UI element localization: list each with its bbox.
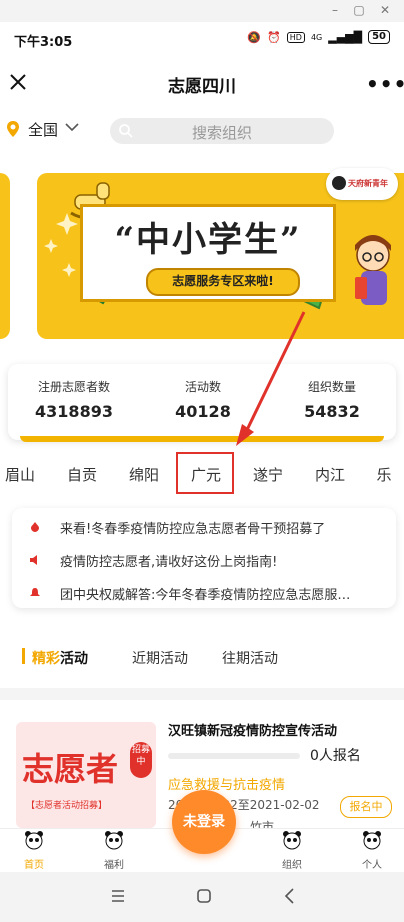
panda-welfare-icon (105, 831, 123, 850)
section-divider (0, 688, 404, 700)
date-end: 2021-02-02 (249, 798, 320, 812)
nav-welfare-label: 福利 (104, 860, 124, 871)
status-icons: 🔕 ⏰ HD 4G ▂▄▆█ 50 (247, 30, 390, 44)
page-title: 志愿四川 (168, 77, 236, 97)
maximize-button[interactable]: ▢ (350, 2, 368, 18)
nav-personal[interactable]: 个人 (342, 830, 402, 871)
login-button-label: 未登录 (183, 814, 225, 830)
menu-icon[interactable] (106, 884, 130, 908)
city-tab-neijiang[interactable]: 内江 (308, 464, 352, 485)
mute-icon: 🔕 (247, 30, 262, 44)
city-tab-meishan[interactable]: 眉山 (0, 464, 42, 485)
location-pin-icon[interactable] (6, 120, 20, 138)
hd-badge: HD (286, 31, 305, 43)
nav-welfare[interactable]: 福利 (84, 830, 144, 871)
stat-organizations-label: 组织数量 (307, 380, 356, 394)
nav-home[interactable]: 首页 (4, 830, 64, 871)
notice-item[interactable]: 团中央权威解答:今年冬春季疫情防控应急志愿服… (60, 584, 382, 603)
active-tab-marker (22, 648, 25, 664)
city-tab-leshan[interactable]: 乐 (362, 464, 404, 485)
status-time: 下午3:05 (14, 35, 73, 50)
thumbnail-badge: 招募中 (130, 742, 152, 778)
thumbnail-subtitle: 【志愿者活动招募】 (26, 801, 108, 811)
stat-activities-label: 活动数 (184, 380, 221, 394)
date-separator: 至 (237, 798, 250, 812)
activity-thumbnail[interactable]: 志愿者 招募中 【志愿者活动招募】 (16, 722, 156, 828)
notice-item[interactable]: 疫情防控志愿者,请收好这份上岗指南! (60, 551, 382, 570)
nav-organization[interactable]: 组织 (262, 830, 322, 871)
banner-title: “中小学生” (114, 220, 302, 260)
signal-icon: ▂▄▆█ (328, 30, 363, 44)
home-square-icon[interactable] (192, 884, 216, 908)
city-tab-zigong[interactable]: 自贡 (60, 464, 104, 485)
nav-home-label: 首页 (24, 860, 44, 871)
status-badge: 报名中 (340, 796, 392, 818)
chevron-down-icon[interactable] (64, 120, 80, 134)
stat-organizations-value: 54832 (304, 402, 360, 421)
activity-category: 应急救援与抗击疫情 (168, 778, 286, 793)
location-selector[interactable]: 全国 (28, 119, 58, 140)
city-tab-suining[interactable]: 遂宁 (246, 464, 290, 485)
flame-icon (31, 522, 39, 532)
panda-org-icon (283, 831, 301, 850)
speaker-icon (30, 555, 37, 565)
minimize-button[interactable]: – (326, 2, 344, 18)
activity-title[interactable]: 汉旺镇新冠疫情防控宣传活动 (168, 720, 400, 739)
nav-organization-label: 组织 (282, 860, 302, 871)
tab-past-activities[interactable]: 往期活动 (222, 648, 278, 668)
signal-label: 4G (310, 32, 323, 42)
search-placeholder: 搜索组织 (191, 124, 252, 142)
notice-item[interactable]: 来看!冬春季疫情防控应急志愿者骨干预招募了 (60, 518, 382, 537)
tab-featured-label-a: 精彩 (32, 651, 60, 667)
signup-count: 0人报名 (310, 748, 361, 764)
tab-recent-activities[interactable]: 近期活动 (132, 648, 188, 668)
selected-city-highlight (176, 452, 234, 494)
back-icon[interactable] (278, 884, 302, 908)
battery-indicator: 50 (368, 30, 390, 44)
more-icon[interactable]: ••• (366, 72, 404, 96)
window-close-button[interactable]: ✕ (376, 2, 394, 18)
nav-personal-label: 个人 (362, 860, 382, 871)
stat-activities-value: 40128 (175, 402, 231, 421)
banner-subtitle: 志愿服务专区来啦! (172, 274, 274, 288)
panda-logo-icon (332, 176, 346, 190)
bell-icon (30, 588, 40, 596)
thumbnail-title: 志愿者 (22, 750, 119, 788)
stat-volunteers-label: 注册志愿者数 (37, 380, 110, 394)
brand-logo-text: 天府新青年 (348, 179, 388, 188)
banner-previous-slide[interactable] (0, 173, 10, 339)
tab-featured-activities[interactable]: 精彩活动 (32, 648, 88, 668)
city-tab-mianyang[interactable]: 绵阳 (122, 464, 166, 485)
signup-progress-bar (168, 753, 300, 759)
alarm-icon: ⏰ (267, 30, 281, 44)
panda-home-icon (25, 831, 43, 850)
tab-featured-label-b: 活动 (60, 651, 88, 667)
stat-volunteers-value: 4318893 (35, 402, 113, 421)
panda-personal-icon (363, 831, 381, 850)
stats-card-accent (20, 436, 384, 442)
